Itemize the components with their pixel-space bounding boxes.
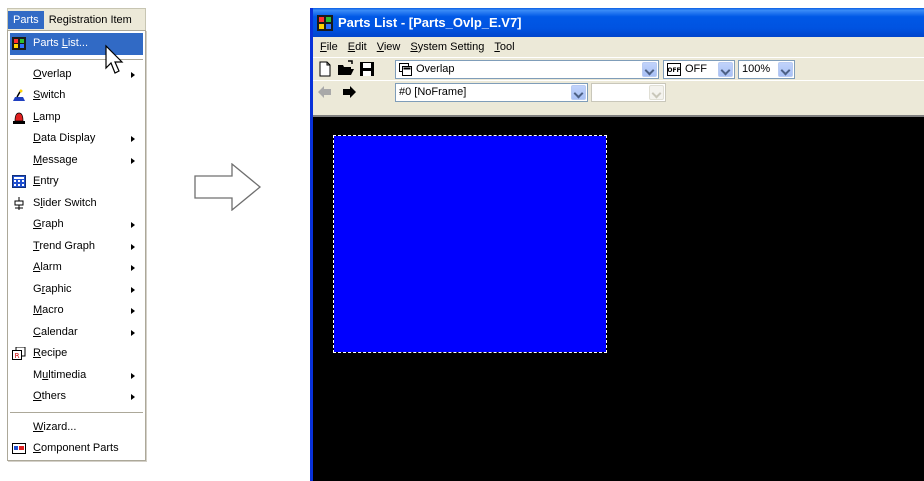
frame-combo[interactable]: #0 [NoFrame] (395, 83, 588, 102)
save-icon[interactable] (358, 60, 376, 78)
frame-dropdown-button[interactable] (571, 85, 586, 100)
submenu-arrow-icon (131, 308, 135, 314)
window-title: Parts List - [Parts_Ovlp_E.V7] (338, 15, 522, 30)
parts-menu: Parts List... Overlap Switch Lamp Data Displ… (7, 30, 146, 461)
menu-item-label: Overlap (33, 67, 72, 80)
menu-item-graph[interactable]: Graph (8, 214, 145, 236)
menu-item-recipe[interactable]: R Recipe (8, 343, 145, 365)
disabled-dropdown-button (649, 85, 664, 100)
toolbar-navigation: #0 [NoFrame] (313, 80, 924, 103)
menu-item-label: Graphic (33, 282, 72, 295)
entry-icon (12, 175, 26, 188)
menu-system-setting[interactable]: System Setting (405, 41, 489, 53)
menu-item-label: Entry (33, 175, 59, 187)
menu-item-label: Message (33, 153, 78, 166)
zoom-combo[interactable]: 100% (738, 60, 795, 79)
menu-item-slider-switch[interactable]: Slider Switch (8, 193, 145, 215)
menu-item-label: Component Parts (33, 442, 119, 454)
zoom-dropdown-button[interactable] (778, 62, 793, 77)
parts-list-window: Parts List - [Parts_Ovlp_E.V7] File Edit… (310, 8, 924, 481)
menubar-registration-item[interactable]: Registration Item (44, 11, 137, 29)
editing-canvas[interactable] (313, 115, 924, 481)
menu-item-label: Slider Switch (33, 196, 97, 209)
component-parts-icon (12, 443, 26, 454)
window-menubar: File Edit View System Setting Tool (313, 37, 924, 57)
menu-item-label: Recipe (33, 347, 68, 359)
off-icon: OFF (667, 63, 681, 76)
open-folder-icon[interactable] (337, 60, 355, 78)
toolbar-main: Overlap OFF OFF 100% (313, 57, 924, 80)
menu-item-lamp[interactable]: Lamp (8, 107, 145, 129)
overlap-icon (399, 63, 412, 76)
menu-item-others[interactable]: Others (8, 386, 145, 408)
menu-edit[interactable]: Edit (343, 41, 372, 53)
menu-item-label: Data Display (33, 132, 96, 144)
menu-item-label: Alarm (33, 261, 62, 273)
disabled-combo (591, 83, 666, 102)
menu-item-label: Trend Graph (33, 239, 95, 252)
back-arrow-icon[interactable] (316, 83, 334, 101)
menu-item-graphic[interactable]: Graphic (8, 279, 145, 301)
submenu-arrow-icon (131, 286, 135, 293)
off-combo[interactable]: OFF OFF (663, 60, 735, 79)
menu-item-label: Wizard... (33, 420, 77, 433)
menubar-parts[interactable]: Parts (8, 10, 44, 29)
forward-arrow-icon[interactable] (340, 83, 358, 101)
menubar: Parts Registration Item (7, 8, 146, 30)
right-arrow-icon (194, 163, 262, 211)
submenu-arrow-icon (131, 157, 135, 164)
submenu-arrow-icon (131, 329, 135, 336)
new-file-icon[interactable] (316, 60, 334, 78)
overlap-part[interactable] (333, 135, 607, 353)
svg-text:R: R (15, 352, 20, 360)
submenu-arrow-icon (131, 372, 135, 379)
menu-item-trend-graph[interactable]: Trend Graph (8, 236, 145, 258)
menu-item-label: Macro (33, 304, 64, 316)
parts-list-icon (12, 37, 26, 50)
menu-item-calendar[interactable]: Calendar (8, 322, 145, 344)
submenu-arrow-icon (131, 394, 135, 400)
lamp-icon (13, 112, 25, 124)
off-dropdown-button[interactable] (718, 62, 733, 77)
menu-file[interactable]: File (315, 41, 343, 53)
menu-item-label: Calendar (33, 325, 78, 338)
menu-item-label: Lamp (33, 110, 61, 123)
svg-text:OFF: OFF (667, 67, 680, 74)
slider-switch-icon (14, 196, 24, 210)
submenu-arrow-icon (131, 243, 135, 250)
menu-item-label: Switch (33, 89, 66, 101)
frame-combo-value: #0 [NoFrame] (399, 86, 467, 98)
menu-item-macro[interactable]: Macro (8, 300, 145, 322)
submenu-arrow-icon (131, 265, 135, 271)
off-combo-value: OFF (685, 63, 707, 75)
title-bar[interactable]: Parts List - [Parts_Ovlp_E.V7] (313, 8, 924, 37)
menu-item-label: Multimedia (33, 368, 87, 381)
submenu-arrow-icon (131, 222, 135, 228)
overlap-combo-value: Overlap (416, 63, 455, 75)
overlap-combo[interactable]: Overlap (395, 60, 659, 79)
menu-tool[interactable]: Tool (489, 41, 519, 53)
menu-item-multimedia[interactable]: Multimedia (8, 365, 145, 387)
menu-item-wizard[interactable]: Wizard... (8, 417, 145, 439)
menu-item-entry[interactable]: Entry (8, 171, 145, 193)
switch-icon (13, 89, 25, 101)
mouse-cursor-icon (105, 44, 124, 74)
menu-item-label: Others (33, 390, 67, 402)
overlap-dropdown-button[interactable] (642, 62, 657, 77)
zoom-combo-value: 100% (742, 63, 771, 75)
menu-item-alarm[interactable]: Alarm (8, 257, 145, 279)
recipe-icon: R (12, 347, 26, 360)
menu-view[interactable]: View (372, 41, 406, 53)
menu-item-label: Graph (33, 218, 64, 230)
menu-item-message[interactable]: Message (8, 150, 145, 172)
menu-item-label: Parts List... (33, 37, 89, 49)
menu-item-switch[interactable]: Switch (8, 85, 145, 107)
menu-item-component-parts[interactable]: Component Parts (8, 438, 145, 460)
submenu-arrow-icon (131, 136, 135, 142)
menu-separator (10, 411, 143, 413)
app-icon (317, 14, 333, 31)
menu-item-data-display[interactable]: Data Display (8, 128, 145, 150)
